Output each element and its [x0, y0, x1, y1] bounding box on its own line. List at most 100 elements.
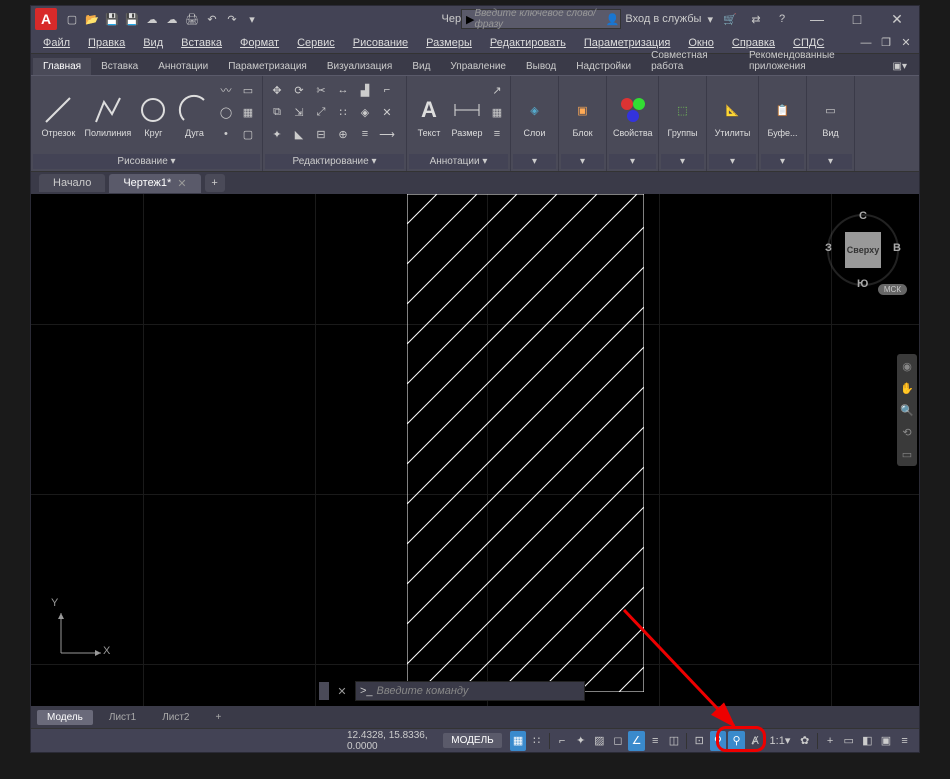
- text-button[interactable]: A Текст: [411, 80, 447, 152]
- layout-tab-sheet2[interactable]: Лист2: [152, 710, 199, 725]
- maximize-button[interactable]: □: [839, 8, 875, 30]
- close-button[interactable]: ✕: [879, 8, 915, 30]
- coordinate-system-badge[interactable]: МСК: [878, 284, 907, 295]
- join-icon[interactable]: ⊕: [333, 124, 353, 144]
- move-icon[interactable]: ✥: [267, 80, 287, 100]
- menu-file[interactable]: Файл: [35, 35, 78, 51]
- orbit-icon[interactable]: ⟲: [899, 424, 915, 440]
- ribbon-tab-manage[interactable]: Управление: [440, 58, 516, 75]
- ortho-toggle-icon[interactable]: ⌐: [554, 731, 571, 751]
- table-icon[interactable]: ▦: [487, 102, 507, 122]
- customize-status-icon[interactable]: ≡: [896, 731, 913, 751]
- panel-draw-title[interactable]: Рисование ▾: [33, 154, 260, 169]
- viewcube-west[interactable]: З: [825, 242, 832, 254]
- view-button[interactable]: ▭Вид: [811, 80, 850, 152]
- steering-wheel-icon[interactable]: ◉: [899, 358, 915, 374]
- panel-layers-title[interactable]: ▾: [513, 154, 556, 169]
- region-icon[interactable]: ▢: [238, 124, 258, 144]
- menu-tools[interactable]: Сервис: [289, 35, 343, 51]
- command-close-icon[interactable]: ✕: [333, 682, 351, 700]
- panel-clip-title[interactable]: ▾: [761, 154, 804, 169]
- offset-icon[interactable]: ◈: [355, 102, 375, 122]
- status-model-button[interactable]: МОДЕЛЬ: [443, 733, 501, 748]
- pan-icon[interactable]: ✋: [899, 380, 915, 396]
- undo-icon[interactable]: ↶: [203, 10, 221, 28]
- status-scale[interactable]: 1:1▾: [766, 731, 795, 751]
- ribbon-collapse-icon[interactable]: ▣▾: [883, 58, 917, 75]
- groups-button[interactable]: ⬚Группы: [663, 80, 702, 152]
- spline-icon[interactable]: 〰: [216, 80, 236, 100]
- share-icon[interactable]: ⇄: [747, 10, 765, 28]
- showmotion-icon[interactable]: ▭: [899, 446, 915, 462]
- hardware-accel-icon[interactable]: ▭: [840, 731, 857, 751]
- cloud-open-icon[interactable]: ☁: [163, 10, 181, 28]
- arc-button[interactable]: Дуга: [175, 80, 214, 152]
- transparency-icon[interactable]: ◫: [666, 731, 683, 751]
- panel-utils-title[interactable]: ▾: [709, 154, 756, 169]
- redo-icon[interactable]: ↷: [223, 10, 241, 28]
- properties-button[interactable]: Свойства: [611, 80, 655, 152]
- status-coordinates[interactable]: 12.4328, 15.8336, 0.0000: [347, 730, 433, 752]
- menu-modify[interactable]: Редактировать: [482, 35, 574, 51]
- menu-insert[interactable]: Вставка: [173, 35, 230, 51]
- snap-toggle-icon[interactable]: ∷: [528, 731, 545, 751]
- explode-icon[interactable]: ✦: [267, 124, 287, 144]
- stretch-icon[interactable]: ⇲: [289, 102, 309, 122]
- rect-icon[interactable]: ▭: [238, 80, 258, 100]
- break-icon[interactable]: ⊟: [311, 124, 331, 144]
- annoscale-icon[interactable]: Ⱥ: [747, 731, 764, 751]
- login-section[interactable]: 👤 Вход в службы ▾: [606, 13, 713, 26]
- close-tab-icon[interactable]: ✕: [177, 177, 186, 190]
- quickprops-icon[interactable]: +: [822, 731, 839, 751]
- align-icon[interactable]: ≡: [355, 124, 375, 144]
- layout-tab-sheet1[interactable]: Лист1: [99, 710, 146, 725]
- file-tab-start[interactable]: Начало: [39, 174, 105, 192]
- save-icon[interactable]: 💾: [103, 10, 121, 28]
- menu-view[interactable]: Вид: [135, 35, 171, 51]
- panel-props-title[interactable]: ▾: [609, 154, 656, 169]
- fillet-icon[interactable]: ⌐: [377, 80, 397, 100]
- viewcube-south[interactable]: Ю: [857, 278, 868, 290]
- line-button[interactable]: Отрезок: [35, 80, 82, 152]
- add-tab-button[interactable]: +: [205, 174, 225, 192]
- ribbon-tab-view[interactable]: Вид: [402, 58, 440, 75]
- trim-icon[interactable]: ✂: [311, 80, 331, 100]
- ribbon-tab-output[interactable]: Вывод: [516, 58, 566, 75]
- drawing-canvas[interactable]: Y X Сверху С Ю В З МСК ◉ ✋ 🔍 ⟲ ▭ ✕ >_ Вв…: [31, 194, 919, 706]
- saveas-icon[interactable]: 💾: [123, 10, 141, 28]
- search-box[interactable]: ▶ Введите ключевое слово/фразу: [461, 9, 621, 29]
- ribbon-tab-recom[interactable]: Рекомендованные приложения: [739, 47, 883, 75]
- ribbon-tab-addons[interactable]: Надстройки: [566, 58, 641, 75]
- clipboard-button[interactable]: 📋Буфе...: [763, 80, 802, 152]
- minimize-button[interactable]: —: [799, 8, 835, 30]
- panel-view-title[interactable]: ▾: [809, 154, 852, 169]
- osnap-toggle-icon[interactable]: ◻: [610, 731, 627, 751]
- leader-icon[interactable]: ↗: [487, 80, 507, 100]
- layout-tab-model[interactable]: Модель: [37, 710, 93, 725]
- mdi-close-icon[interactable]: ✕: [897, 34, 915, 52]
- annomonitor-icon[interactable]: ⚲: [710, 731, 727, 751]
- ellipse-icon[interactable]: ◯: [216, 102, 236, 122]
- mtext-icon[interactable]: ≡: [487, 124, 507, 144]
- command-grip-icon[interactable]: [319, 682, 329, 700]
- ribbon-tab-param[interactable]: Параметризация: [218, 58, 317, 75]
- cloud-save-icon[interactable]: ☁: [143, 10, 161, 28]
- isolate-icon[interactable]: ◧: [859, 731, 876, 751]
- array-icon[interactable]: ∷: [333, 102, 353, 122]
- otrack-toggle-icon[interactable]: ∠: [628, 731, 645, 751]
- lineweight-icon[interactable]: ≡: [647, 731, 664, 751]
- workspace-icon[interactable]: ✿: [796, 731, 813, 751]
- qat-dropdown-icon[interactable]: ▾: [243, 10, 261, 28]
- viewcube-top-face[interactable]: Сверху: [845, 232, 881, 268]
- command-input[interactable]: >_ Введите команду: [355, 681, 585, 701]
- viewcube-east[interactable]: В: [893, 242, 901, 254]
- app-logo[interactable]: A: [35, 8, 57, 30]
- menu-format[interactable]: Формат: [232, 35, 287, 51]
- new-icon[interactable]: ▢: [63, 10, 81, 28]
- open-icon[interactable]: 📂: [83, 10, 101, 28]
- polyline-button[interactable]: Полилиния: [84, 80, 132, 152]
- rotate-icon[interactable]: ⟳: [289, 80, 309, 100]
- ribbon-tab-home[interactable]: Главная: [33, 58, 91, 75]
- help-icon[interactable]: ?: [773, 10, 791, 28]
- viewcube-north[interactable]: С: [859, 210, 867, 222]
